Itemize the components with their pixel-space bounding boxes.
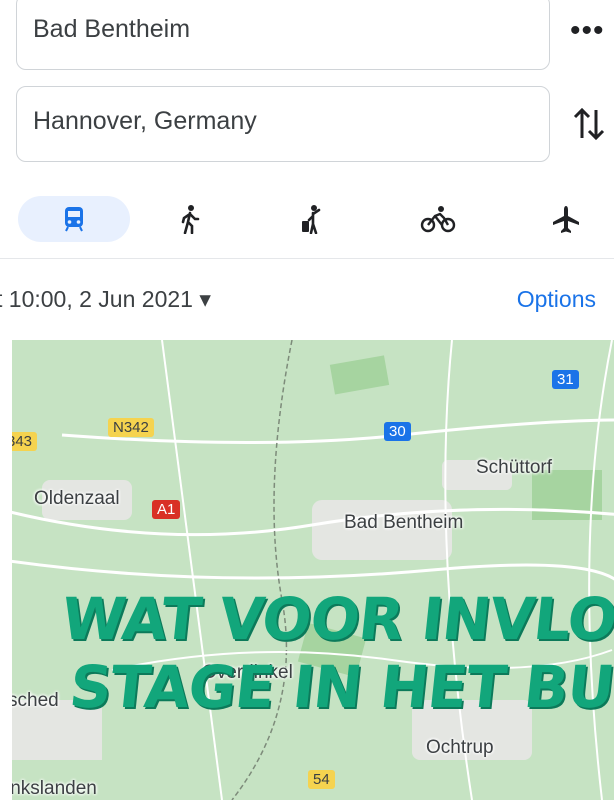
bike-tab[interactable]: [408, 196, 468, 242]
map-background: [12, 340, 614, 800]
departure-time-selector[interactable]: t 10:00, 2 Jun 2021 ▾: [0, 286, 211, 313]
place-bad-bentheim: Bad Bentheim: [344, 512, 464, 533]
swap-directions-icon[interactable]: [572, 104, 606, 144]
divider: [0, 258, 614, 259]
flight-tab[interactable]: [536, 196, 596, 242]
destination-text: Hannover, Germany: [33, 107, 257, 135]
departure-time-bar: t 10:00, 2 Jun 2021 ▾ Options: [0, 286, 614, 318]
overlay-headline-line-1: WAT VOOR INVLOED HE: [58, 585, 614, 653]
road-label-31: 31: [552, 370, 579, 389]
road-label-343: 343: [12, 432, 38, 451]
road-label-a1: A1: [152, 500, 181, 519]
train-icon: [65, 207, 83, 232]
walking-icon: [181, 205, 200, 234]
origin-text: Bad Bentheim: [33, 15, 191, 43]
ride-hailing-tab[interactable]: [282, 196, 342, 242]
road-label-30: 30: [384, 422, 411, 441]
overlay-headline-line-2: STAGE IN HET BUITEN: [66, 653, 614, 721]
walk-tab[interactable]: [160, 196, 220, 242]
place-partial: inkslanden: [12, 778, 97, 799]
more-options-icon[interactable]: •••: [570, 14, 605, 48]
person-with-luggage-icon: [302, 205, 321, 234]
bicycle-icon: [420, 206, 456, 233]
destination-field[interactable]: Hannover, Germany: [16, 86, 550, 162]
place-enschede: sched: [12, 690, 59, 711]
origin-field[interactable]: Bad Bentheim: [16, 0, 550, 70]
place-oldenzaal: Oldenzaal: [34, 488, 120, 509]
transit-tab[interactable]: [18, 196, 130, 242]
place-ochtrup: Ochtrup: [426, 737, 494, 758]
place-schuttorf: Schüttorf: [476, 457, 553, 478]
options-button[interactable]: Options: [517, 286, 596, 313]
airplane-icon: [553, 206, 579, 233]
road-label-n342: N342: [108, 418, 154, 437]
route-map[interactable]: N342 343 30 31 A1 54 Oldenzaal Schüttorf…: [12, 340, 614, 800]
road-label-54: 54: [308, 770, 335, 789]
travel-mode-tabs: [0, 190, 614, 250]
